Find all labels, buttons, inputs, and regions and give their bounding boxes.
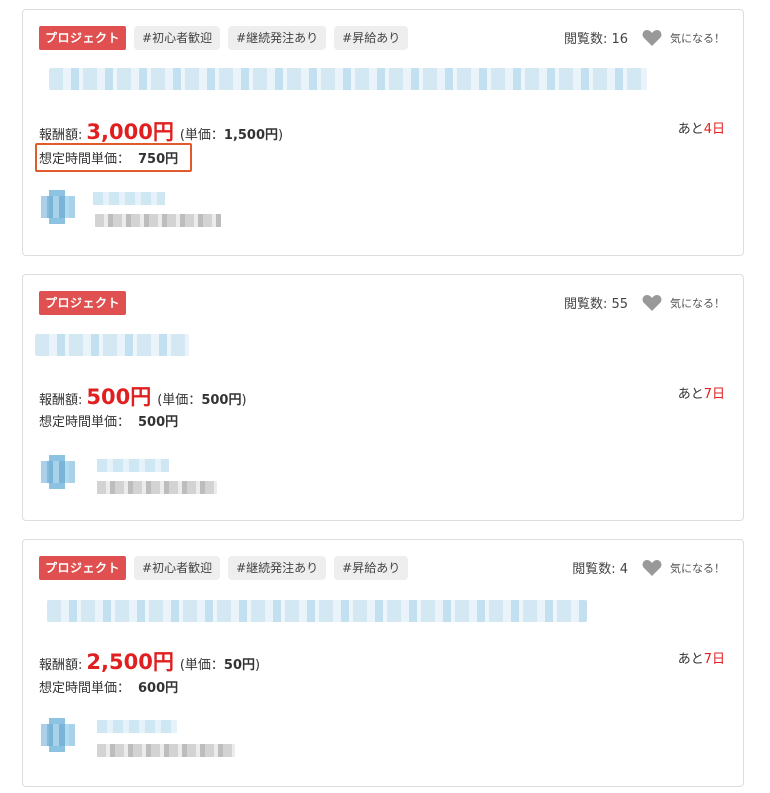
tag[interactable]: #初心者歓迎: [134, 556, 221, 580]
client-avatar[interactable]: [41, 455, 75, 489]
heart-icon: [642, 294, 662, 311]
card-header: プロジェクト #初心者歓迎 #継続発注あり #昇給あり: [39, 26, 409, 50]
deadline: あと7日: [677, 652, 725, 667]
favorite-button[interactable]: 気になる！: [642, 559, 725, 577]
job-title-link[interactable]: [47, 600, 587, 622]
deadline: あと7日: [677, 387, 725, 402]
job-card[interactable]: プロジェクト 閲覧数: 55 気になる！ 報酬額: 500円 (単価：500円)…: [22, 274, 744, 521]
hourly-rate-row: 想定時間単価： 750円: [35, 143, 193, 172]
reward-amount: 2,500円: [86, 650, 174, 674]
card-header: プロジェクト: [39, 291, 127, 315]
client-avatar[interactable]: [41, 190, 75, 224]
hourly-rate-value: 500円: [138, 415, 179, 430]
heart-icon: [642, 559, 662, 576]
reward-label: 報酬額:: [39, 393, 83, 408]
deadline: あと4日: [677, 122, 725, 137]
client-info: [97, 481, 217, 494]
job-title-link[interactable]: [49, 68, 647, 90]
favorite-label: 気になる！: [670, 561, 725, 575]
reward-row: 報酬額: 2,500円 (単価：50円): [39, 646, 260, 676]
unit-price: (単価：50円): [179, 658, 261, 673]
tag[interactable]: #継続発注あり: [228, 26, 327, 50]
reward-row: 報酬額: 500円 (単価：500円): [39, 381, 247, 411]
hourly-rate-value: 750円: [138, 152, 179, 167]
job-card[interactable]: プロジェクト #初心者歓迎 #継続発注あり #昇給あり 閲覧数: 4 気になる！…: [22, 539, 744, 787]
reward-amount: 500円: [86, 385, 152, 409]
hourly-rate-label: 想定時間単価：: [39, 415, 131, 430]
unit-price: (単価：1,500円): [179, 128, 284, 143]
tag[interactable]: #継続発注あり: [228, 556, 327, 580]
reward-label: 報酬額:: [39, 658, 83, 673]
card-meta: 閲覧数: 4 気になる！: [572, 558, 725, 577]
hourly-rate-row: 想定時間単価： 500円: [39, 411, 178, 430]
client-info: [95, 214, 221, 227]
job-title-link[interactable]: [35, 334, 189, 356]
heart-icon: [642, 29, 662, 46]
favorite-label: 気になる！: [670, 31, 725, 45]
unit-price: (単価：500円): [157, 393, 247, 408]
type-badge: プロジェクト: [39, 26, 127, 50]
favorite-button[interactable]: 気になる！: [642, 29, 725, 47]
client-avatar[interactable]: [41, 718, 75, 752]
client-name-link[interactable]: [93, 192, 165, 205]
card-header: プロジェクト #初心者歓迎 #継続発注あり #昇給あり: [39, 556, 409, 580]
type-badge: プロジェクト: [39, 291, 127, 315]
card-meta: 閲覧数: 55 気になる！: [564, 293, 725, 312]
favorite-button[interactable]: 気になる！: [642, 294, 725, 312]
card-meta: 閲覧数: 16 気になる！: [564, 28, 725, 47]
job-card[interactable]: プロジェクト #初心者歓迎 #継続発注あり #昇給あり 閲覧数: 16 気になる…: [22, 9, 744, 256]
view-count: 閲覧数: 55: [563, 297, 628, 312]
hourly-rate-label: 想定時間単価：: [39, 681, 131, 696]
client-info: [97, 744, 235, 757]
view-count: 閲覧数: 4: [572, 562, 628, 577]
tag[interactable]: #昇給あり: [334, 556, 409, 580]
hourly-rate-value: 600円: [138, 681, 179, 696]
reward-label: 報酬額:: [39, 128, 83, 143]
type-badge: プロジェクト: [39, 556, 127, 580]
hourly-rate-row: 想定時間単価： 600円: [39, 677, 178, 696]
favorite-label: 気になる！: [670, 296, 725, 310]
hourly-rate-label: 想定時間単価：: [39, 152, 131, 167]
reward-row: 報酬額: 3,000円 (単価：1,500円): [39, 116, 283, 146]
reward-amount: 3,000円: [86, 120, 174, 144]
view-count: 閲覧数: 16: [563, 32, 628, 47]
tag[interactable]: #昇給あり: [334, 26, 409, 50]
tag[interactable]: #初心者歓迎: [134, 26, 221, 50]
client-name-link[interactable]: [97, 720, 177, 733]
client-name-link[interactable]: [97, 459, 169, 472]
